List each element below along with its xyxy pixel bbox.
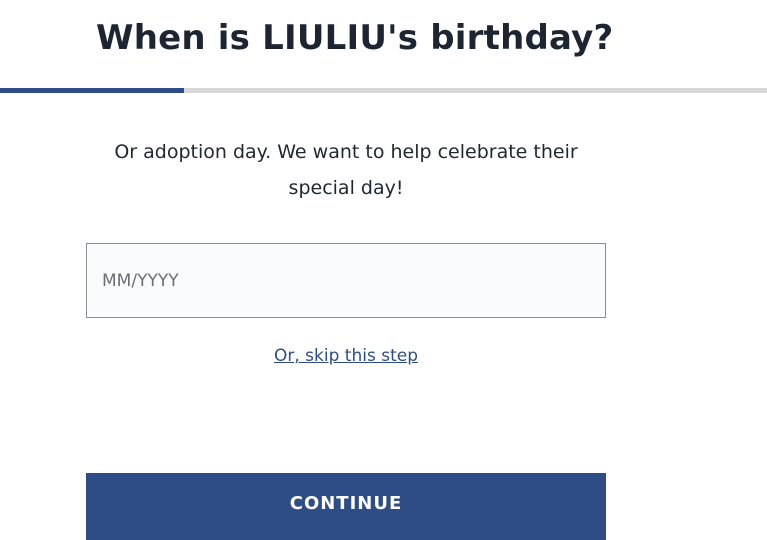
progress-bar [0, 88, 767, 93]
birthday-date-input[interactable] [86, 243, 606, 318]
skip-step-link[interactable]: Or, skip this step [86, 346, 606, 366]
page-subtitle: Or adoption day. We want to help celebra… [114, 141, 578, 199]
continue-button[interactable]: CONTINUE [86, 473, 606, 540]
watermark-text: 大数跨境 [29, 518, 82, 533]
birthday-step-page: When is LIULIU's birthday? Or adoption d… [0, 0, 767, 540]
watermark: 大数跨境 [8, 514, 81, 533]
watermark-logo-icon [8, 517, 26, 530]
progress-bar-fill [0, 88, 185, 93]
page-title: When is LIULIU's birthday? [96, 18, 614, 58]
